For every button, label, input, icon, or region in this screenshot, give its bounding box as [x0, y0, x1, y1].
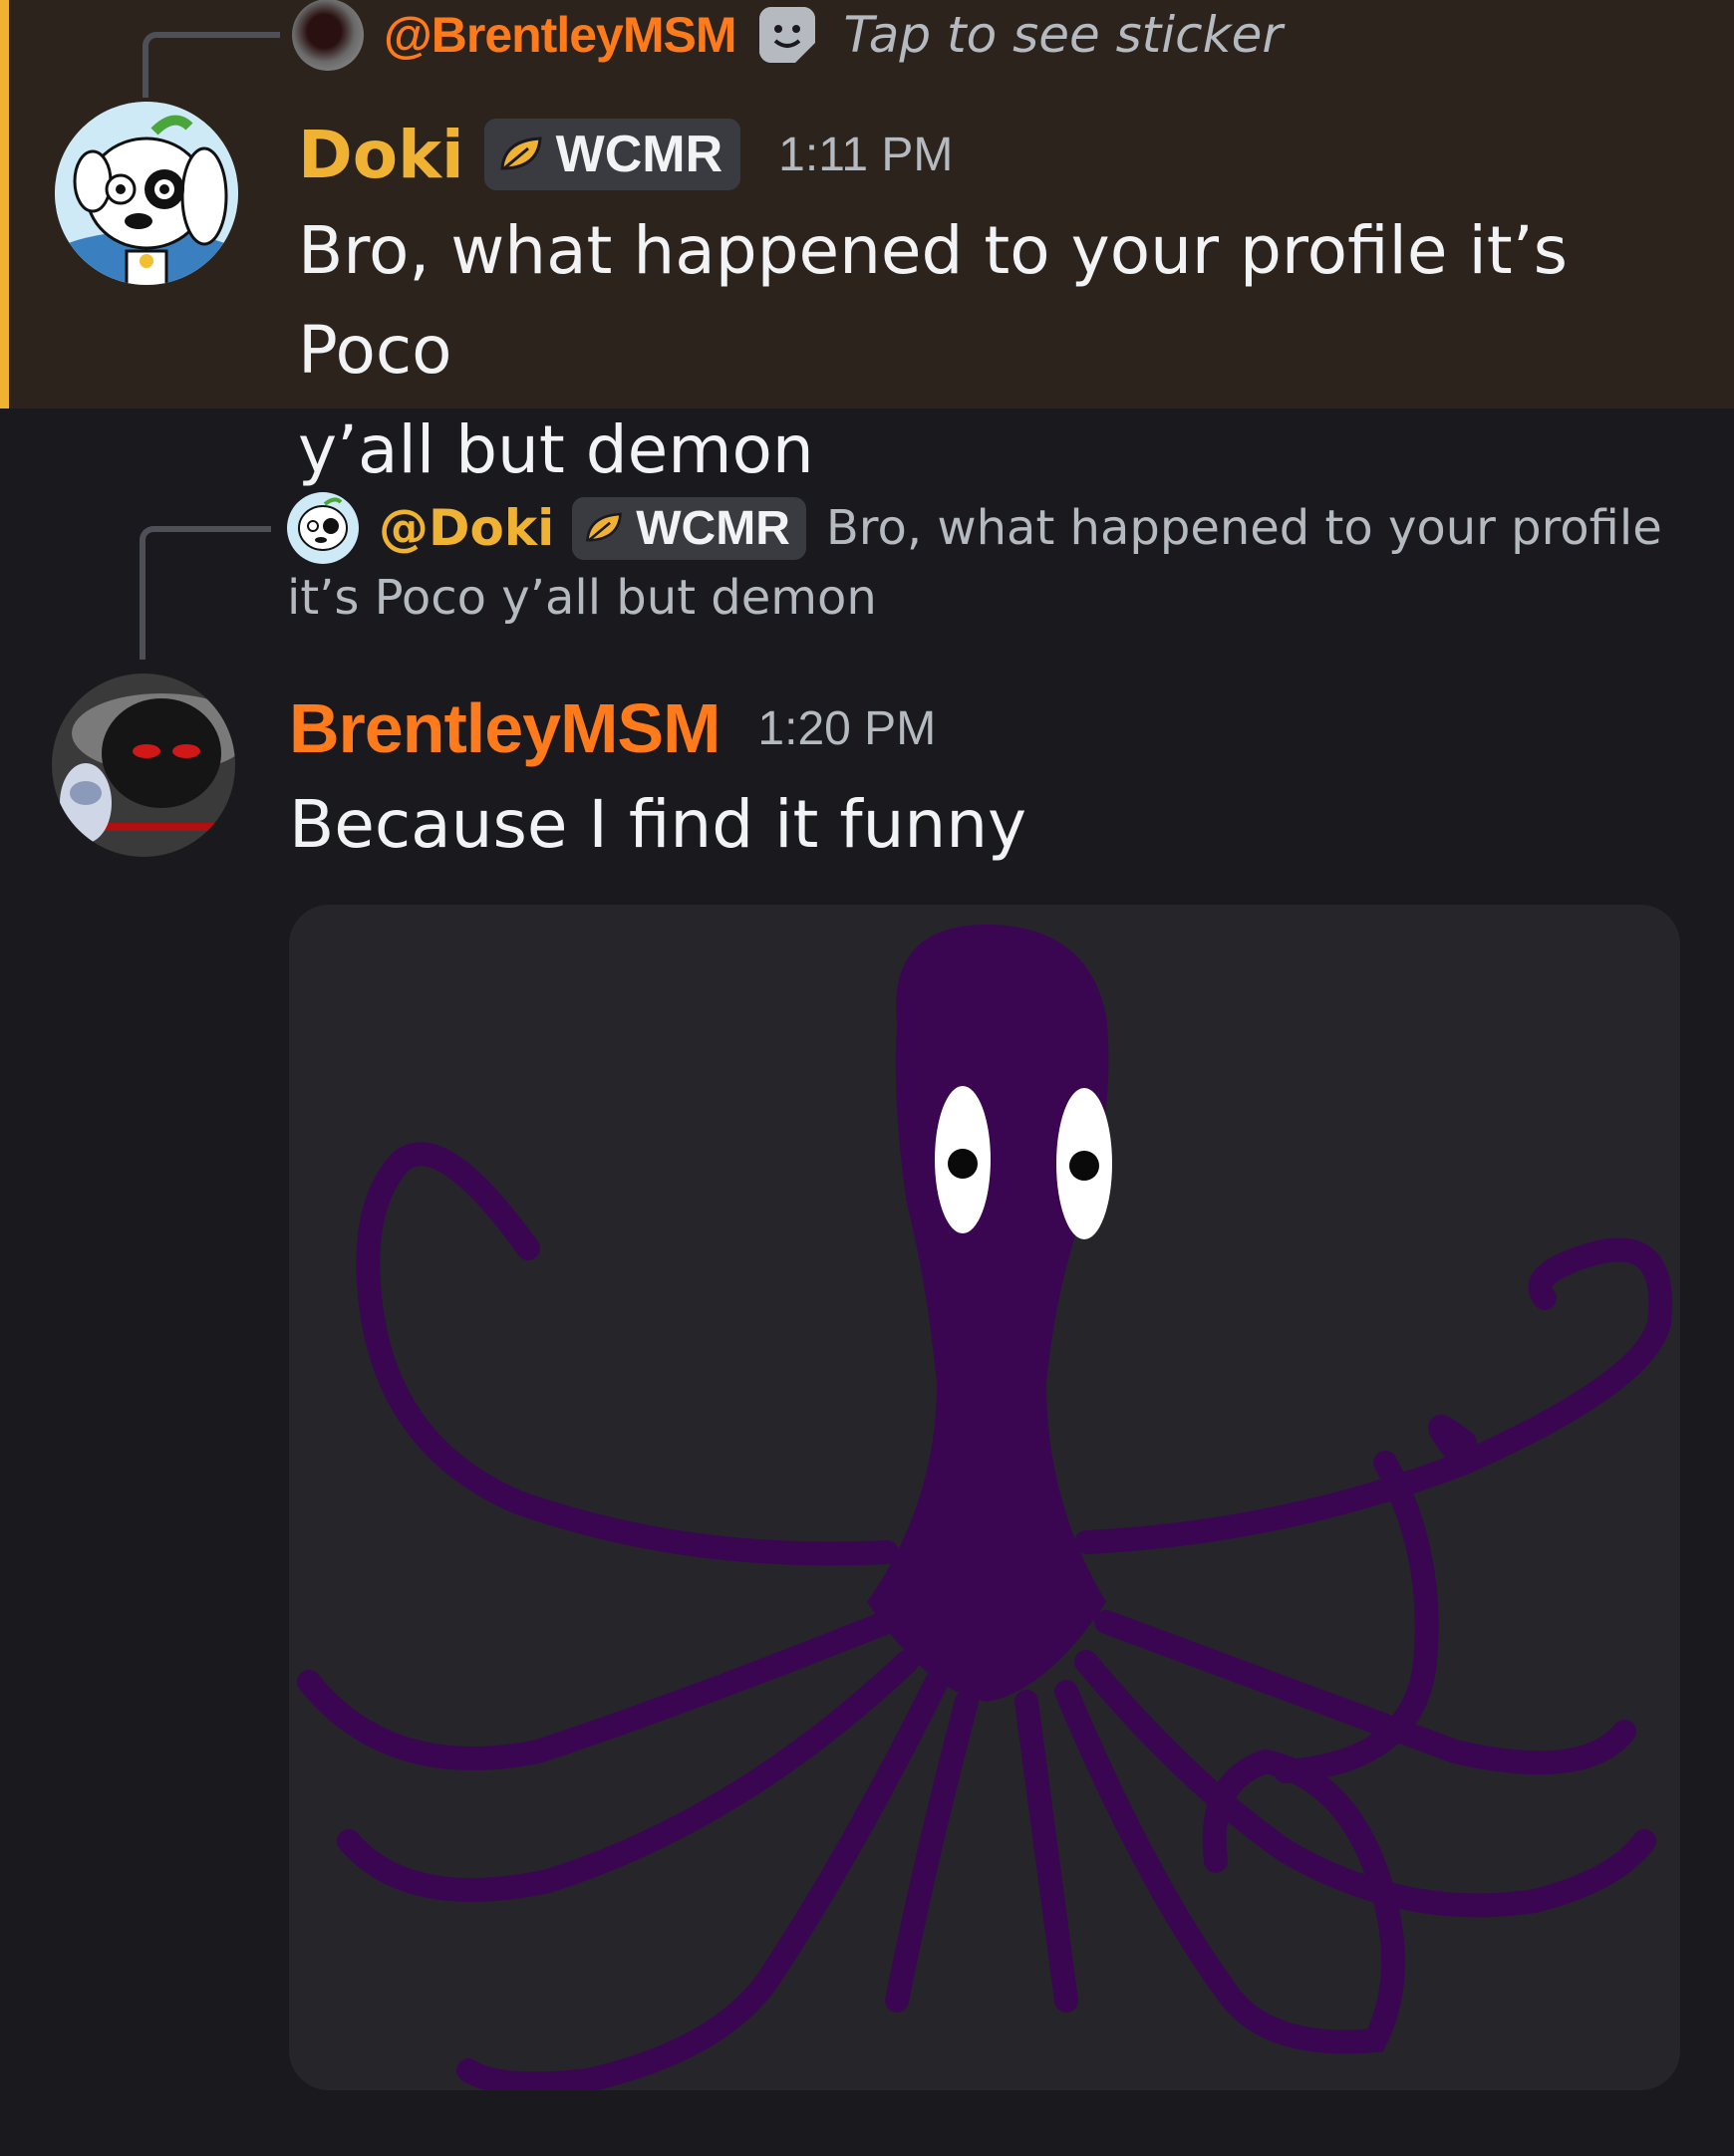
reply-mention[interactable]: @Doki	[379, 499, 554, 557]
reply-connector	[140, 526, 271, 660]
message-text: Because I find it funny	[289, 786, 1027, 863]
message-text: Bro, what happened to your profile it’s …	[298, 201, 1734, 500]
leaf-icon	[500, 136, 542, 170]
message-header: Doki WCMR 1:11 PM	[298, 112, 953, 197]
message-text-line-1: Bro, what happened to your profile it’s …	[298, 212, 1569, 389]
message-header: BrentleyMSM 1:20 PM	[289, 685, 936, 771]
sticker-text[interactable]: Tap to see sticker	[843, 6, 1282, 64]
reply-text-line-1[interactable]: Bro, what happened to your profile	[826, 500, 1662, 556]
brentley-mini-avatar	[292, 0, 364, 71]
author-name[interactable]: Doki	[298, 117, 464, 193]
sticker-icon	[759, 7, 816, 63]
doki-mini-avatar	[287, 492, 359, 564]
octopus-image[interactable]	[289, 905, 1680, 2090]
reply-text-line-2[interactable]: it’s Poco y’all but demon	[287, 570, 877, 626]
leaf-icon	[586, 512, 623, 542]
guild-tag-label: WCMR	[555, 126, 723, 183]
timestamp: 1:20 PM	[757, 701, 937, 755]
reply-mention[interactable]: @BrentleyMSM	[384, 6, 736, 64]
guild-tag[interactable]: WCMR	[483, 119, 741, 190]
timestamp: 1:11 PM	[778, 128, 954, 181]
reply-preview[interactable]: @Doki WCMR Bro, what happened to your pr…	[287, 490, 1662, 566]
author-name[interactable]: BrentleyMSM	[289, 688, 721, 768]
highlighted-message[interactable]: @BrentleyMSM Tap to see sticker Doki WCM…	[0, 0, 1734, 488]
brentley-avatar[interactable]	[52, 674, 235, 857]
guild-tag-label: WCMR	[636, 501, 790, 555]
guild-tag[interactable]: WCMR	[572, 496, 806, 560]
reply-preview[interactable]: @BrentleyMSM Tap to see sticker	[292, 0, 1283, 71]
message-text-line-2: y’all but demon	[298, 411, 814, 488]
reply-connector	[143, 32, 280, 98]
doki-avatar[interactable]	[55, 102, 238, 285]
